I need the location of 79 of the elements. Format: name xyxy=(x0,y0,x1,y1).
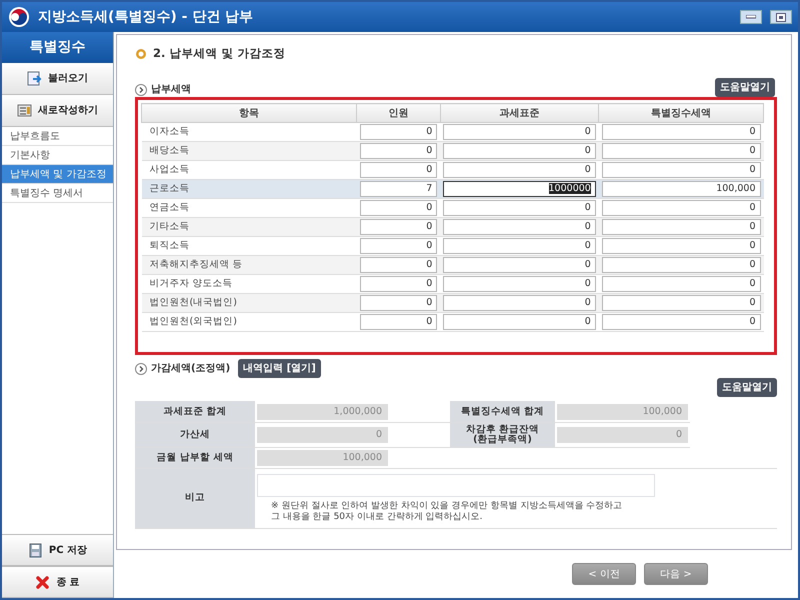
input-field[interactable]: 0 xyxy=(443,143,596,160)
entry-button[interactable]: 내역입력 [열기] xyxy=(238,359,321,378)
input-field[interactable]: 0 xyxy=(360,200,438,216)
column-header: 과세표준 xyxy=(440,104,599,123)
input-field[interactable]: 0 xyxy=(360,257,438,274)
table-cell: 법인원천(외국법인) xyxy=(142,312,357,332)
input-field[interactable]: 7 xyxy=(360,181,438,198)
input-field[interactable]: 0 xyxy=(360,219,438,236)
close-icon xyxy=(35,574,50,590)
column-header: 특별징수세액 xyxy=(598,104,764,123)
input-field[interactable]: 0 xyxy=(360,238,438,254)
input-field[interactable]: 0 xyxy=(443,200,596,216)
input-field[interactable]: 0 xyxy=(360,162,438,178)
save-button[interactable]: PC 저장 xyxy=(2,534,113,566)
input-field[interactable]: 0 xyxy=(602,276,760,292)
input-field[interactable]: 100,000 xyxy=(602,181,760,198)
document-icon xyxy=(17,103,32,118)
input-field[interactable]: 0 xyxy=(443,295,596,312)
minimize-icon xyxy=(746,15,756,19)
bullet-icon xyxy=(135,48,147,60)
remarks-field[interactable] xyxy=(257,474,655,498)
help-button[interactable]: 도움말열기 xyxy=(717,378,777,398)
input-field[interactable]: 0 xyxy=(443,314,596,330)
table-cell: 근로소득 xyxy=(142,180,357,199)
input-field[interactable]: 0 xyxy=(360,276,438,292)
input-field[interactable]: 0 xyxy=(360,314,438,330)
table-cell: 기타소득 xyxy=(142,218,357,237)
field-label: 차감후 환급잔액 (환급부족액) xyxy=(450,422,555,448)
readonly-field: 0 xyxy=(257,426,388,443)
input-field[interactable]: 0 xyxy=(360,124,438,140)
arrow-circle-icon xyxy=(135,84,147,96)
input-field[interactable]: 0 xyxy=(602,314,760,330)
input-field[interactable]: 0 xyxy=(602,219,760,236)
readonly-field: 1,000,000 xyxy=(257,404,388,420)
maximize-icon xyxy=(776,12,786,22)
readonly-field: 100,000 xyxy=(557,404,688,420)
input-field[interactable]: 0 xyxy=(602,124,760,140)
readonly-field: 0 xyxy=(557,426,688,443)
maximize-button[interactable] xyxy=(770,10,792,24)
input-field[interactable]: 0 xyxy=(443,124,596,140)
arrow-circle-icon xyxy=(135,362,147,375)
input-field[interactable]: 0 xyxy=(443,238,596,254)
note-text: ※ 원단위 절사로 인하여 발생한 차익이 있을 경우에만 항목별 지방소득세액을 수정하고 그 내용을 한글 50자 이내로 간략하게 입력하십시오. xyxy=(270,501,624,523)
input-field[interactable]: 0 xyxy=(602,295,760,312)
input-field[interactable]: 0 xyxy=(443,162,596,178)
input-field[interactable]: 0 xyxy=(443,276,596,292)
field-label: 금월 납부할 세액 xyxy=(135,447,255,468)
subsection-title: 가감세액(조정액) xyxy=(151,362,230,376)
save-icon xyxy=(28,542,43,558)
field-label: 비고 xyxy=(135,468,255,528)
input-field[interactable]: 0 xyxy=(602,162,760,178)
table-cell: 저축해지추징세액 등 xyxy=(142,256,357,275)
exit-button[interactable]: 종 료 xyxy=(2,566,113,598)
field-label: 특별징수세액 합계 xyxy=(450,401,555,422)
input-field[interactable]: 0 xyxy=(360,143,438,160)
readonly-field: 100,000 xyxy=(257,450,388,466)
input-field[interactable]: 0 xyxy=(443,257,596,274)
load-icon xyxy=(27,71,42,86)
field-label: 과세표준 합계 xyxy=(135,401,255,422)
table-cell: 배당소득 xyxy=(142,142,357,161)
input-field[interactable]: 1000000 xyxy=(443,181,596,198)
column-header: 인원 xyxy=(356,104,440,123)
window-title: 지방소득세(특별징수) - 단건 납부 xyxy=(38,8,254,26)
section-title: 2. 납부세액 및 가감조정 xyxy=(153,45,286,62)
sidebar-header: 특별징수 xyxy=(2,32,113,63)
subsection-title: 납부세액 xyxy=(151,83,191,98)
input-field[interactable]: 0 xyxy=(602,257,760,274)
field-label: 가산세 xyxy=(135,422,255,448)
input-field[interactable]: 0 xyxy=(602,143,760,160)
help-button[interactable]: 도움말열기 xyxy=(715,78,775,98)
input-field[interactable]: 0 xyxy=(602,238,760,254)
input-field[interactable]: 0 xyxy=(602,200,760,216)
column-header: 항목 xyxy=(142,104,357,123)
input-field[interactable]: 0 xyxy=(360,295,438,312)
sidebar-item[interactable]: 납부세액 및 가감조정 xyxy=(2,165,113,184)
table-cell: 법인원천(내국법인) xyxy=(142,294,357,313)
input-field[interactable]: 0 xyxy=(443,219,596,236)
emblem-icon xyxy=(8,6,30,28)
minimize-button[interactable] xyxy=(740,10,762,24)
